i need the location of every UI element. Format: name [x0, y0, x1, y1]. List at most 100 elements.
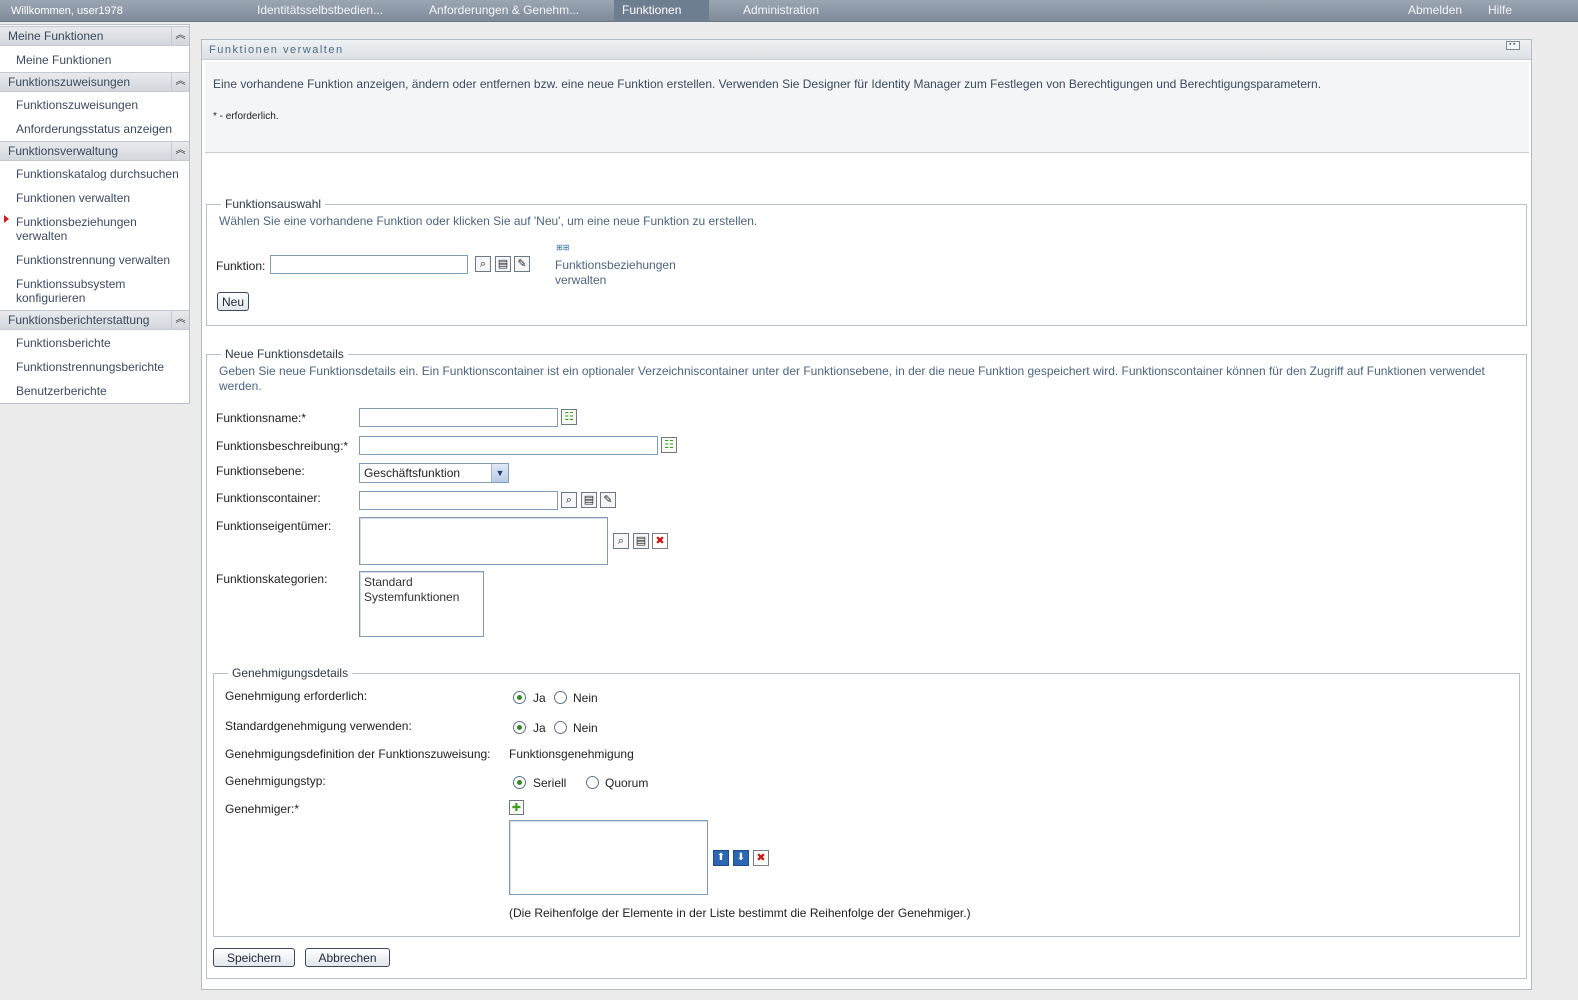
standard-approval-yes-label: Ja	[533, 721, 546, 735]
collapse-icon[interactable]: ︽	[171, 142, 189, 160]
maximize-icon[interactable]: ▪▪	[1506, 41, 1520, 50]
search-icon[interactable]: ⌕	[561, 492, 577, 508]
standard-approval-yes-radio[interactable]	[513, 721, 526, 734]
tab-administration[interactable]: Administration	[735, 0, 827, 22]
sidebar-item-manage-separation[interactable]: Funktionstrennung verwalten	[16, 253, 188, 267]
collapse-icon[interactable]: ︽	[171, 27, 189, 45]
chevron-down-icon[interactable]: ▼	[491, 464, 508, 482]
sidebar-section-title: Funktionszuweisungen	[8, 75, 131, 89]
intro-text: Eine vorhandene Funktion anzeigen, änder…	[213, 77, 1322, 91]
cancel-button[interactable]: Abbrechen	[305, 948, 390, 967]
sidebar-item-role-assignments[interactable]: Funktionszuweisungen	[16, 98, 188, 112]
sidebar-section-role-assignments[interactable]: Funktionszuweisungen ︽	[0, 72, 189, 92]
approval-required-yes-radio[interactable]	[513, 691, 526, 704]
help-link[interactable]: Hilfe	[1480, 0, 1520, 22]
role-name-input[interactable]	[359, 408, 558, 427]
panel-title-text: Funktionen verwalten	[209, 44, 344, 56]
role-selection-help: Wählen Sie eine vorhandene Funktion oder…	[219, 214, 758, 228]
search-icon[interactable]: ⌕	[613, 533, 629, 549]
sidebar-section-my-roles[interactable]: Meine Funktionen ︽	[0, 26, 189, 46]
role-categories-list[interactable]: Standard Systemfunktionen	[359, 571, 484, 637]
sidebar-section-role-management[interactable]: Funktionsverwaltung ︽	[0, 141, 189, 161]
sidebar-section-title: Funktionsberichterstattung	[8, 313, 150, 327]
tab-requests-approvals[interactable]: Anforderungen & Genehm...	[421, 0, 587, 22]
role-owners-list[interactable]	[359, 517, 608, 565]
localize-icon[interactable]: ☷	[661, 437, 677, 453]
collapse-icon[interactable]: ︽	[171, 311, 189, 329]
role-description-label: Funktionsbeschreibung:*	[216, 439, 349, 453]
tab-roles[interactable]: Funktionen	[614, 0, 709, 22]
role-selection-legend: Funktionsauswahl	[221, 197, 326, 211]
object-browser-icon[interactable]: ▤	[581, 492, 597, 508]
required-note: * - erforderlich.	[213, 111, 279, 122]
approval-required-no-radio[interactable]	[554, 691, 567, 704]
role-container-input[interactable]	[359, 491, 558, 510]
arrow-down-icon[interactable]: ⬇	[733, 850, 749, 866]
object-browser-icon[interactable]: ▤	[495, 256, 511, 272]
approval-definition-label: Genehmigungsdefinition der Funktionszuwe…	[225, 747, 491, 761]
approval-details-legend: Genehmigungsdetails	[228, 666, 353, 680]
role-name-label: Funktionsname:*	[216, 411, 307, 425]
standard-approval-label: Standardgenehmigung verwenden:	[225, 719, 412, 733]
localize-icon[interactable]: ☷	[561, 409, 577, 425]
approval-type-label: Genehmigungstyp:	[225, 774, 326, 788]
panel-title: Funktionen verwalten ▪▪	[202, 40, 1531, 60]
sidebar-item-manage-roles[interactable]: Funktionen verwalten	[16, 191, 188, 205]
sidebar: Meine Funktionen ︽ Meine Funktionen Funk…	[0, 24, 190, 404]
sidebar-item-manage-relationships[interactable]: Funktionsbeziehungen verwalten	[16, 215, 166, 243]
sidebar-section-title: Meine Funktionen	[8, 29, 104, 43]
sidebar-section-title: Funktionsverwaltung	[8, 144, 119, 158]
save-button[interactable]: Speichern	[213, 948, 295, 967]
sidebar-item-separation-reports[interactable]: Funktionstrennungsberichte	[16, 360, 188, 374]
role-level-label: Funktionsebene:	[216, 464, 305, 478]
approvers-list[interactable]	[509, 820, 708, 895]
new-button[interactable]: Neu	[217, 292, 249, 311]
intro-area	[205, 62, 1529, 152]
standard-approval-no-label: Nein	[573, 721, 598, 735]
approval-type-quorum-radio[interactable]	[586, 776, 599, 789]
sidebar-item-my-roles[interactable]: Meine Funktionen	[16, 53, 188, 67]
plus-icon[interactable]: ✚	[509, 800, 524, 815]
top-navigation-bar: Willkommen, user1978 Identitätsselbstbed…	[0, 0, 1578, 22]
list-item[interactable]: Systemfunktionen	[364, 590, 479, 605]
delete-icon[interactable]: ✖	[652, 533, 668, 549]
welcome-text: Willkommen, user1978	[11, 5, 123, 17]
approval-details-fieldset	[213, 673, 1520, 937]
role-level-value: Geschäftsfunktion	[364, 466, 461, 480]
edit-icon[interactable]: ✎	[600, 492, 616, 508]
active-item-marker-icon	[4, 215, 9, 223]
approvers-label: Genehmiger:*	[225, 802, 300, 816]
sidebar-item-request-status[interactable]: Anforderungsstatus anzeigen	[16, 122, 188, 136]
role-input[interactable]	[270, 255, 468, 274]
sidebar-item-browse-catalog[interactable]: Funktionskatalog durchsuchen	[16, 167, 188, 181]
sidebar-item-configure-subsystem[interactable]: Funktionssubsystem konfigurieren	[16, 277, 166, 305]
list-item[interactable]: Standard	[364, 575, 479, 590]
edit-icon[interactable]: ✎	[514, 256, 530, 272]
standard-approval-no-radio[interactable]	[554, 721, 567, 734]
approval-type-quorum-label: Quorum	[605, 776, 649, 790]
role-container-label: Funktionscontainer:	[216, 491, 321, 505]
sidebar-item-user-reports[interactable]: Benutzerberichte	[16, 384, 188, 398]
object-browser-icon[interactable]: ▤	[633, 533, 649, 549]
arrow-up-icon[interactable]: ⬆	[713, 850, 729, 866]
role-details-legend: Neue Funktionsdetails	[221, 347, 348, 361]
collapse-icon[interactable]: ︽	[171, 73, 189, 91]
manage-relationships-link[interactable]: Funktionsbeziehungen verwalten	[555, 258, 695, 288]
tab-identity-self-service[interactable]: Identitätsselbstbedien...	[249, 0, 391, 22]
role-details-help: Geben Sie neue Funktionsdetails ein. Ein…	[219, 364, 1485, 393]
sidebar-item-role-reports[interactable]: Funktionsberichte	[16, 336, 188, 350]
search-icon[interactable]: ⌕	[475, 256, 491, 272]
delete-icon[interactable]: ✖	[753, 850, 769, 866]
role-description-input[interactable]	[359, 436, 658, 455]
role-owners-label: Funktionseigentümer:	[216, 519, 332, 533]
approval-required-label: Genehmigung erforderlich:	[225, 689, 368, 703]
approval-required-no-label: Nein	[573, 691, 598, 705]
sidebar-section-role-reporting[interactable]: Funktionsberichterstattung ︽	[0, 310, 189, 330]
logout-link[interactable]: Abmelden	[1400, 0, 1470, 22]
relations-icon: ⊞⊞	[556, 243, 570, 252]
role-categories-label: Funktionskategorien:	[216, 572, 328, 586]
role-level-select[interactable]: Geschäftsfunktion ▼	[359, 463, 509, 483]
approval-type-serial-radio[interactable]	[513, 776, 526, 789]
role-label: Funktion:	[216, 259, 266, 273]
approval-definition-value: Funktionsgenehmigung	[509, 747, 634, 761]
